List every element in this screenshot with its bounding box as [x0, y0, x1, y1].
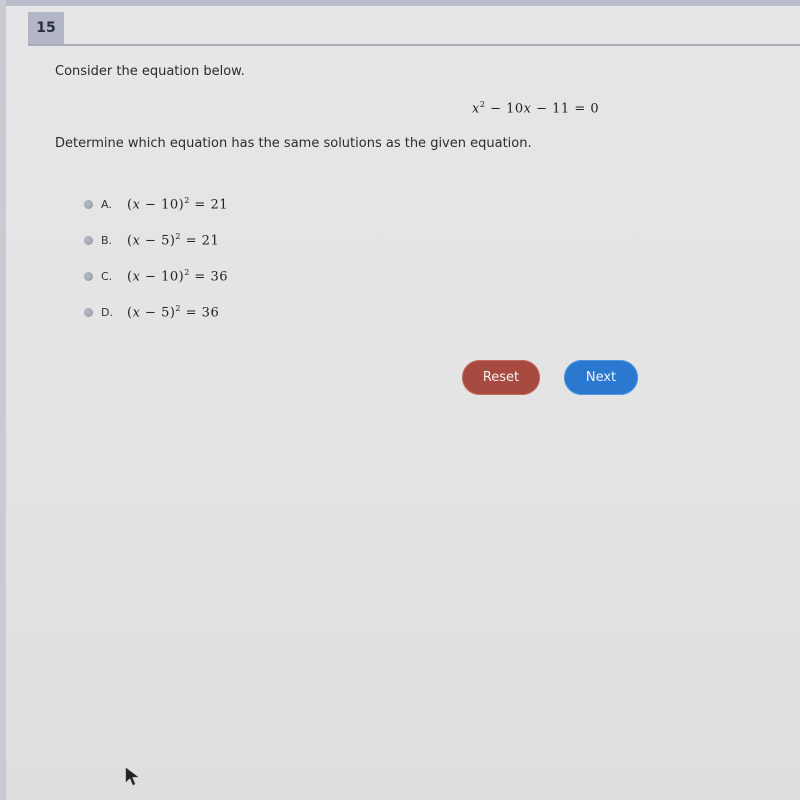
eq-lhs: − 5) — [140, 233, 176, 249]
choice-equation: (x − 5)2 = 36 — [127, 303, 220, 321]
question-instruction: Determine which equation has the same so… — [55, 136, 532, 151]
cursor-arrow-icon — [125, 767, 139, 786]
radio-button-d[interactable] — [84, 307, 93, 317]
given-eq-tail: − 11 = 0 — [531, 101, 600, 117]
quiz-screen: 15 Consider the equation below. x2 − 10x… — [6, 0, 800, 800]
eq-rhs: = 36 — [189, 269, 228, 285]
eq-lhs: − 5) — [140, 305, 176, 321]
question-header: 15 — [28, 12, 800, 46]
given-eq-var: x — [472, 101, 480, 117]
eq-lhs: − 10) — [140, 197, 185, 213]
eq-rhs: = 21 — [181, 233, 220, 249]
given-equation: x2 − 10x − 11 = 0 — [472, 100, 599, 116]
choice-a[interactable]: A. (x − 10)2 = 21 — [84, 186, 228, 222]
question-prompt: Consider the equation below. — [55, 64, 245, 79]
choice-c[interactable]: C. (x − 10)2 = 36 — [84, 258, 228, 294]
radio-button-a[interactable] — [84, 199, 93, 209]
eq-rhs: = 36 — [181, 305, 220, 321]
radio-button-b[interactable] — [84, 235, 93, 245]
eq-lhs: − 10) — [140, 269, 185, 285]
choice-equation: (x − 5)2 = 21 — [127, 231, 220, 249]
question-number-badge: 15 — [28, 12, 64, 44]
next-button[interactable]: Next — [564, 360, 638, 395]
choice-letter: D. — [101, 305, 113, 319]
choice-letter: C. — [101, 269, 113, 283]
given-eq-term: − 10 — [485, 101, 524, 117]
choice-b[interactable]: B. (x − 5)2 = 21 — [84, 222, 228, 258]
answer-choices: A. (x − 10)2 = 21 B. (x − 5)2 = 21 C. (x… — [84, 186, 228, 339]
reset-button[interactable]: Reset — [462, 360, 540, 395]
top-strip — [6, 0, 800, 6]
choice-d[interactable]: D. (x − 5)2 = 36 — [84, 294, 228, 330]
choice-equation: (x − 10)2 = 36 — [127, 267, 228, 285]
radio-button-c[interactable] — [84, 271, 93, 281]
choice-letter: A. — [101, 197, 112, 211]
eq-rhs: = 21 — [189, 197, 228, 213]
choice-equation: (x − 10)2 = 21 — [127, 195, 228, 213]
choice-letter: B. — [101, 233, 113, 247]
